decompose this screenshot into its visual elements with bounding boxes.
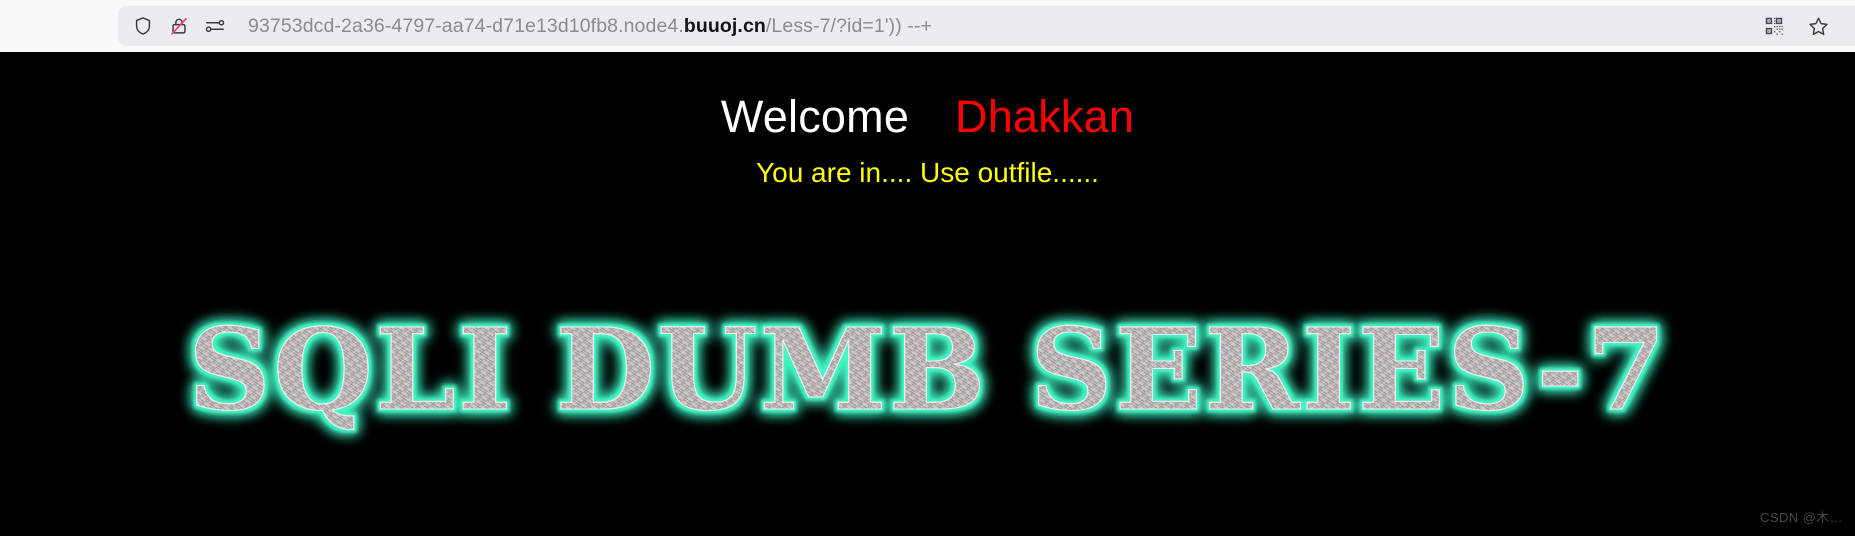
welcome-label: Welcome — [720, 91, 910, 142]
permissions-icon[interactable] — [204, 15, 226, 37]
insecure-lock-icon[interactable] — [168, 15, 190, 37]
svg-text:SQLI DUMB SERIES-7: SQLI DUMB SERIES-7 — [188, 305, 1668, 436]
shield-icon[interactable] — [132, 15, 154, 37]
csdn-watermark: CSDN @木… — [1760, 510, 1843, 525]
url-path: /Less-7/?id=1')) --+ — [765, 14, 933, 37]
address-bar-icon-group — [132, 15, 226, 37]
qr-code-icon[interactable] — [1763, 15, 1785, 37]
bookmark-star-icon[interactable] — [1807, 15, 1829, 37]
sqli-banner-graphic: SQLI DUMB SERIES-7 — [187, 304, 1668, 436]
url-prefix: 93753dcd-2a36-4797-aa74-d71e13d10fb8.nod… — [248, 14, 684, 37]
sqli-banner: SQLI DUMB SERIES-7 — [0, 297, 1855, 452]
status-message: You are in.... Use outfile...... — [756, 157, 1099, 188]
username-label: Dhakkan — [955, 91, 1135, 142]
url-host: buuoj.cn — [683, 14, 766, 37]
address-bar[interactable]: 93753dcd-2a36-4797-aa74-d71e13d10fb8.nod… — [118, 6, 1855, 46]
welcome-heading: Welcome Dhakkan — [0, 91, 1855, 143]
page-content: Welcome Dhakkan You are in.... Use outfil… — [0, 52, 1855, 536]
address-bar-actions — [1763, 15, 1843, 37]
browser-toolbar: 93753dcd-2a36-4797-aa74-d71e13d10fb8.nod… — [0, 0, 1855, 52]
url-text[interactable]: 93753dcd-2a36-4797-aa74-d71e13d10fb8.nod… — [248, 15, 1763, 38]
